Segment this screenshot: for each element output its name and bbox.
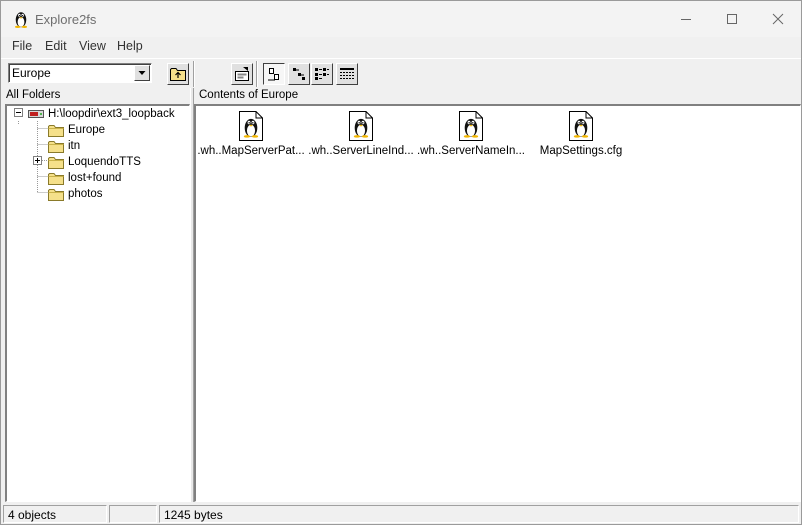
contents-pane[interactable]: .wh..MapServerPat... .wh..ServerLineInd.…: [194, 104, 801, 502]
minimize-button[interactable]: [663, 1, 709, 37]
minus-icon: [16, 112, 21, 113]
tree-item-label: photos: [68, 188, 103, 200]
dropdown-button[interactable]: [134, 65, 150, 81]
tree-item-europe[interactable]: Europe: [68, 122, 105, 138]
all-folders-header: All Folders: [1, 88, 190, 104]
status-size: 1245 bytes: [159, 505, 799, 523]
collapse-toggle[interactable]: [14, 108, 23, 117]
location-combo[interactable]: Europe: [8, 63, 152, 83]
tree-root-label: H:\loopdir\ext3_loopback: [48, 108, 175, 120]
large-icons-view-icon: [268, 68, 279, 81]
menu-view[interactable]: View: [79, 39, 106, 53]
toolbar: Europe: [1, 58, 801, 88]
file-name: .wh..ServerLineInd...: [308, 145, 414, 157]
status-empty-cell: [109, 505, 157, 523]
file-item[interactable]: .wh..ServerNameIn...: [416, 111, 526, 157]
folder-icon: [48, 188, 64, 201]
tux-app-icon: [12, 10, 30, 28]
folder-icon: [48, 124, 64, 137]
small-icons-view-icon: [293, 68, 305, 80]
linux-file-icon: [239, 111, 263, 141]
file-item[interactable]: .wh..MapServerPat...: [196, 111, 306, 157]
tree-item-label: itn: [68, 140, 81, 152]
menu-file[interactable]: File: [12, 39, 32, 53]
file-name: .wh..ServerNameIn...: [416, 145, 525, 157]
tree-item-label: lost+found: [68, 172, 122, 184]
linux-file-icon: [569, 111, 593, 141]
linux-file-icon: [459, 111, 483, 141]
drive-icon: [28, 110, 44, 118]
status-object-count: 4 objects: [3, 505, 107, 523]
tree-item-lost-found[interactable]: lost+found: [68, 170, 121, 186]
toolbar-separator: [256, 61, 258, 87]
list-view-icon: [315, 68, 329, 80]
close-button[interactable]: [755, 1, 801, 37]
plus-icon: [35, 158, 40, 163]
list-view-button[interactable]: [311, 63, 333, 85]
file-name: MapSettings.cfg: [539, 145, 623, 157]
title-bar[interactable]: Explore2fs: [1, 1, 801, 37]
contents-header: Contents of Europe: [194, 88, 801, 104]
menu-help[interactable]: Help: [117, 39, 143, 53]
status-bar: 4 objects 1245 bytes: [1, 504, 801, 524]
folder-tree-pane[interactable]: H:\loopdir\ext3_loopback Europe itn Loqu…: [5, 104, 190, 502]
close-icon: [772, 13, 784, 25]
folder-icon: [48, 140, 64, 153]
chevron-down-icon: [138, 71, 146, 75]
up-folder-icon: [170, 68, 186, 81]
file-item[interactable]: .wh..ServerLineInd...: [306, 111, 416, 157]
tree-root[interactable]: H:\loopdir\ext3_loopback: [27, 106, 175, 122]
toolbar-separator: [193, 61, 195, 87]
menu-edit[interactable]: Edit: [45, 39, 67, 53]
location-value: Europe: [12, 66, 51, 80]
details-view-icon: [340, 68, 354, 79]
large-icons-view-button[interactable]: [263, 63, 285, 85]
tree-item-loquendotts[interactable]: LoquendoTTS: [68, 154, 141, 170]
tree-item-label: Europe: [68, 124, 106, 136]
expand-toggle[interactable]: [33, 156, 42, 165]
tree-item-itn[interactable]: itn: [68, 138, 80, 154]
linux-file-icon: [349, 111, 373, 141]
properties-button[interactable]: [231, 63, 253, 85]
file-item[interactable]: MapSettings.cfg: [526, 111, 636, 157]
properties-icon: [235, 67, 249, 81]
details-view-button[interactable]: [336, 63, 358, 85]
small-icons-view-button[interactable]: [288, 63, 310, 85]
up-folder-button[interactable]: [167, 63, 189, 85]
maximize-button[interactable]: [709, 1, 755, 37]
window-title: Explore2fs: [35, 12, 97, 27]
folder-icon: [48, 172, 64, 185]
minimize-icon: [681, 19, 691, 20]
app-window: Explore2fs File Edit View Help Europe Al…: [0, 0, 802, 525]
maximize-icon: [727, 14, 737, 24]
menu-bar: File Edit View Help: [1, 37, 801, 57]
tree-item-label: LoquendoTTS: [68, 156, 141, 168]
tree-item-photos[interactable]: photos: [68, 186, 103, 202]
folder-icon: [48, 156, 64, 169]
file-name: .wh..MapServerPat...: [197, 145, 305, 157]
